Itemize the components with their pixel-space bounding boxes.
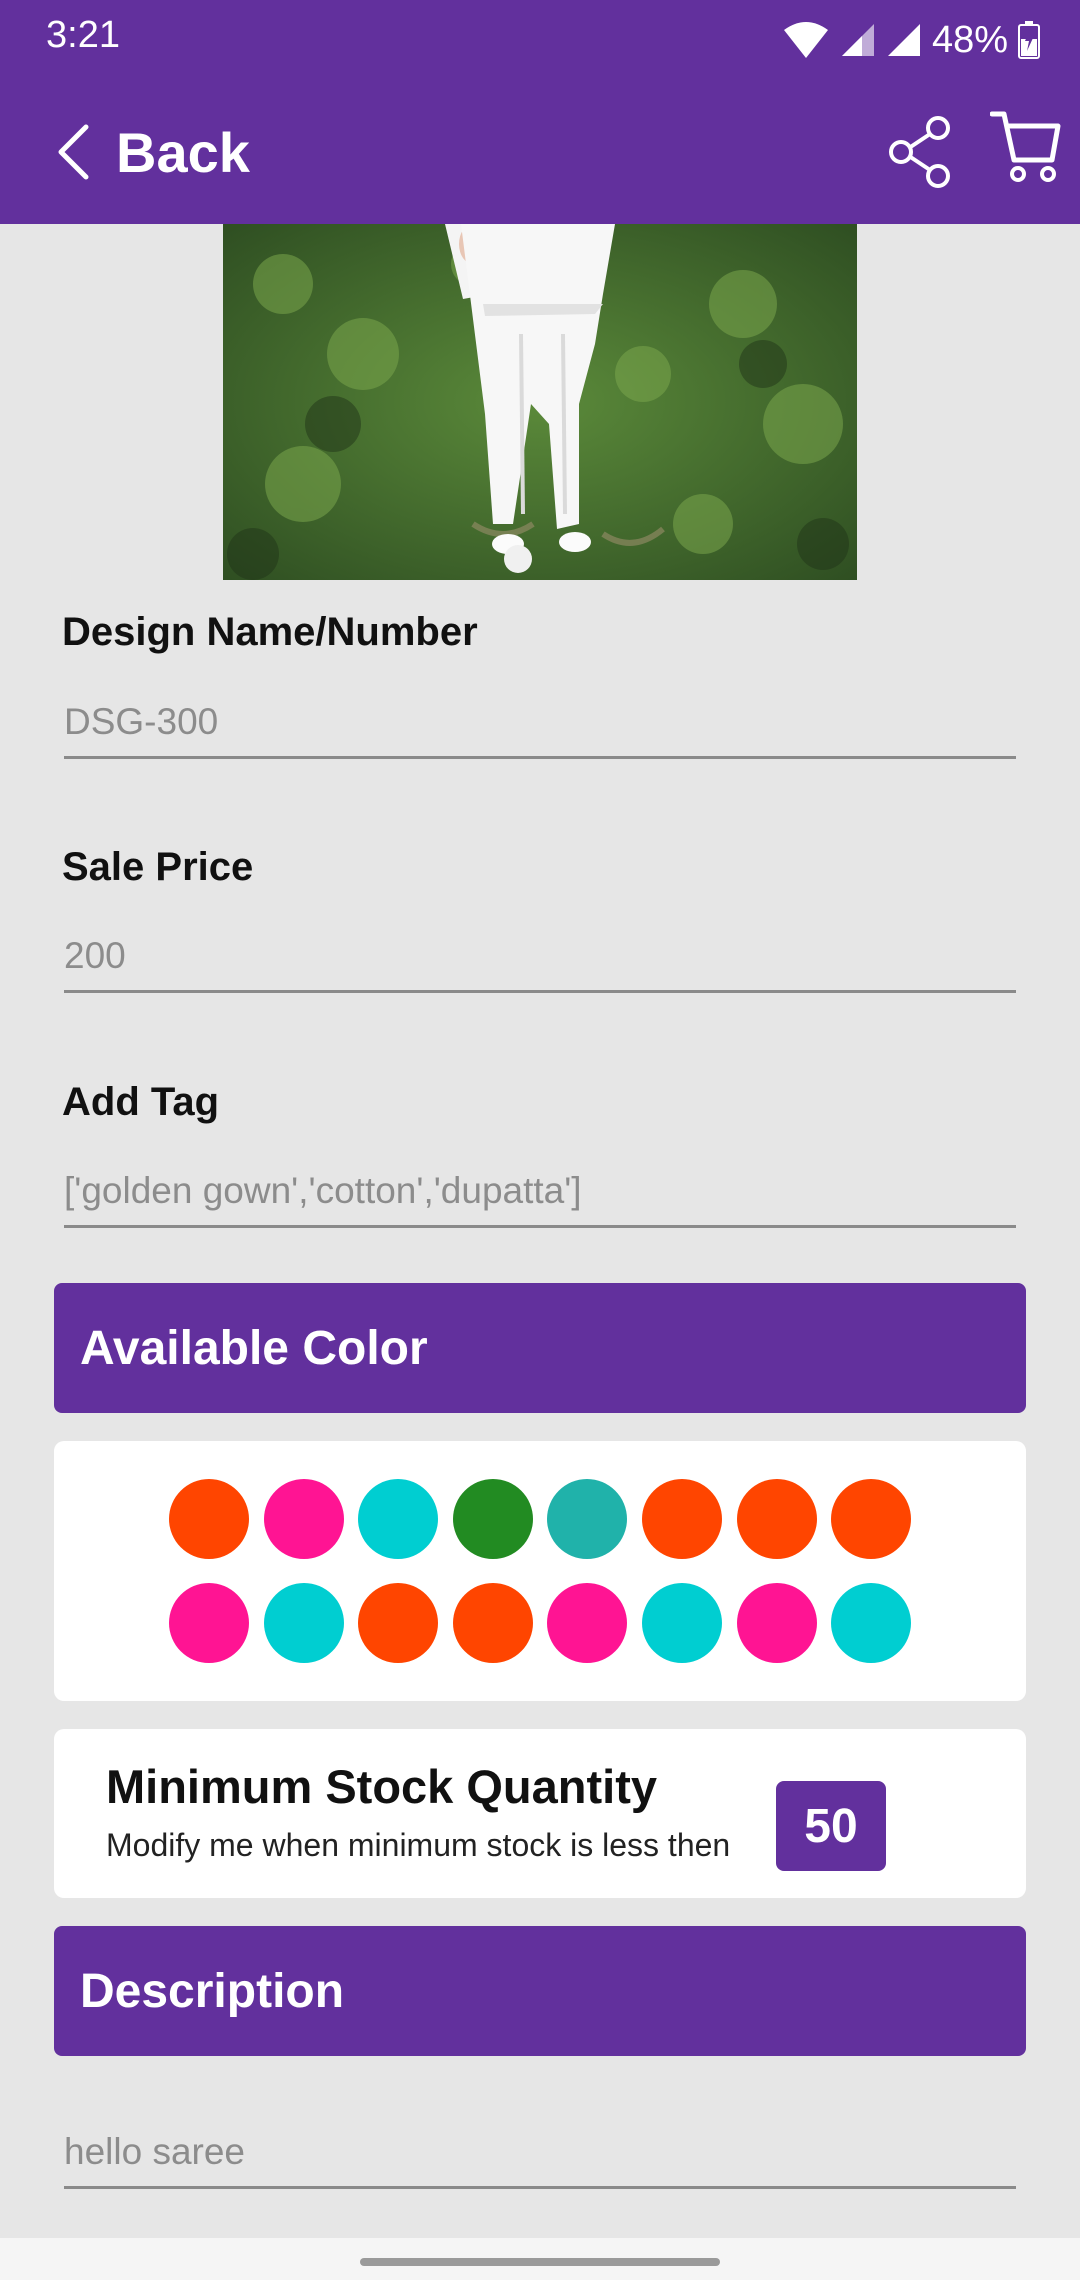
color-swatch[interactable]: [452, 1583, 533, 1663]
signal-icon: [841, 24, 874, 56]
battery-icon: [1018, 21, 1040, 59]
add-tag-input[interactable]: [64, 1157, 1016, 1228]
design-name-label: Design Name/Number: [62, 610, 478, 654]
wifi-icon: [783, 22, 828, 58]
back-label: Back: [116, 120, 250, 184]
color-swatch[interactable]: [169, 1479, 249, 1559]
share-icon: [889, 116, 950, 188]
color-swatch[interactable]: [263, 1583, 344, 1663]
chevron-left-icon: [58, 124, 89, 180]
sale-price-input[interactable]: [64, 922, 1016, 993]
color-swatch[interactable]: [831, 1583, 912, 1663]
description-title: Description: [80, 1964, 345, 2018]
stock-title: Minimum Stock Quantity: [106, 1760, 657, 1813]
stock-quantity-button[interactable]: 50: [776, 1781, 886, 1871]
app-bar: Back: [0, 80, 1080, 224]
description-header: Description: [54, 1926, 1026, 2056]
add-tag-label: Add Tag: [62, 1080, 220, 1124]
color-swatch[interactable]: [169, 1583, 249, 1663]
color-swatch[interactable]: [736, 1583, 817, 1663]
status-time: 3:21: [46, 14, 120, 56]
description-input[interactable]: [64, 2118, 1016, 2189]
color-swatch[interactable]: [641, 1583, 722, 1663]
cart-icon: [989, 111, 1061, 182]
status-bar: 3:21 48%: [0, 0, 1080, 80]
status-icons: 48%: [782, 12, 1040, 68]
sale-price-label: Sale Price: [62, 845, 254, 889]
cart-button[interactable]: [989, 102, 1062, 192]
signal-full-icon: [887, 24, 920, 56]
back-button[interactable]: Back: [56, 108, 250, 196]
gesture-bar: [0, 2238, 1080, 2280]
color-swatch[interactable]: [831, 1479, 912, 1559]
share-button[interactable]: [886, 114, 954, 190]
color-swatch[interactable]: [547, 1479, 628, 1559]
color-card: [54, 1441, 1026, 1701]
product-image: [223, 224, 857, 580]
battery-percent: 48%: [931, 18, 1008, 61]
color-swatch[interactable]: [358, 1479, 439, 1559]
color-grid: [169, 1479, 912, 1663]
color-swatch[interactable]: [736, 1479, 817, 1559]
available-color-header: Available Color: [54, 1283, 1026, 1413]
stock-subtitle: Modify me when minimum stock is less the…: [106, 1827, 731, 1863]
color-swatch[interactable]: [641, 1479, 722, 1559]
color-swatch[interactable]: [452, 1479, 533, 1559]
stock-card: Minimum Stock Quantity Modify me when mi…: [54, 1729, 1026, 1898]
color-swatch[interactable]: [358, 1583, 439, 1663]
design-name-input[interactable]: [64, 688, 1016, 759]
home-indicator[interactable]: [360, 2258, 720, 2266]
color-swatch[interactable]: [263, 1479, 344, 1559]
color-swatch[interactable]: [547, 1583, 628, 1663]
available-color-title: Available Color: [80, 1321, 428, 1375]
